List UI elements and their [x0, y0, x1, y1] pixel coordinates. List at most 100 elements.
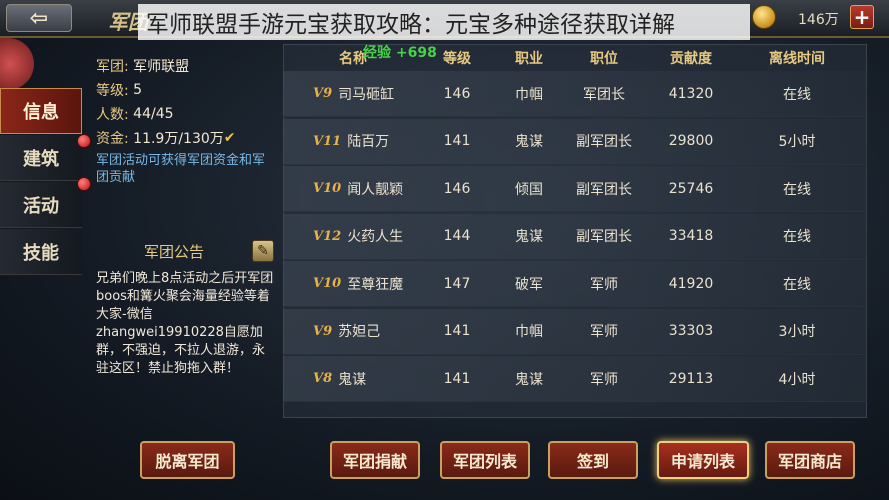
vip-badge: V9	[313, 86, 333, 101]
cell-level: 144	[443, 228, 471, 244]
legion-name-key: 军团:	[96, 59, 129, 75]
funds-check-icon: ✔	[223, 130, 236, 146]
cell-post: 副军团长	[576, 134, 632, 150]
cell-class: 巾帼	[515, 324, 543, 340]
cell-class: 鬼谋	[515, 229, 543, 245]
legion-members-value: 44/45	[133, 106, 174, 122]
legion-level-row: 等级: 5	[96, 78, 274, 102]
article-title-overlay: 军师联盟手游元宝获取攻略：元宝多种途径获取详解	[138, 4, 750, 40]
table-row[interactable]: V11 陆百万 141 鬼谋 副军团长 29800 5小时	[283, 118, 867, 165]
cell-post: 军师	[590, 324, 618, 340]
legion-level-key: 等级:	[96, 83, 129, 99]
cell-offline-time: 在线	[783, 86, 811, 103]
cell-post: 副军团长	[576, 181, 632, 198]
cell-name: V9 司马砸缸	[283, 84, 423, 104]
sign-in-button[interactable]: 签到	[548, 441, 638, 479]
legion-list-button[interactable]: 军团列表	[440, 441, 530, 479]
cell-post: 副军团长	[576, 229, 632, 245]
col-offline-time[interactable]: 离线时间	[741, 48, 853, 70]
requests-list-button[interactable]: 申请列表	[657, 441, 749, 479]
table-row[interactable]: V8 鬼谋 141 鬼谋 军师 29113 4小时	[283, 356, 867, 402]
member-name: 闻人靓颖	[347, 181, 404, 198]
notice-title: 军团公告	[144, 242, 205, 261]
legion-funds-value: 11.9万/130万	[133, 131, 224, 147]
cell-level: 146	[443, 180, 471, 197]
cell-level: 141	[443, 133, 471, 149]
cell-offline-time: 4小时	[778, 371, 816, 388]
legion-shop-button[interactable]: 军团商店	[765, 441, 855, 479]
cell-offline-time: 在线	[783, 276, 811, 293]
tab-info[interactable]: 信息	[0, 88, 82, 134]
member-name: 至尊狂魔	[347, 276, 404, 293]
vip-badge: V8	[313, 371, 333, 386]
legion-funds-row: 资金: 11.9万/130万 ✔	[96, 126, 274, 150]
legion-funds-key: 资金:	[96, 131, 129, 147]
table-row[interactable]: V12 火药人生 144 鬼谋 副军团长 33418 在线	[283, 213, 867, 260]
table-row[interactable]: V9 司马砸缸 146 巾帼 军团长 41320 在线	[283, 71, 867, 117]
notification-dot	[77, 177, 91, 191]
member-name: 火药人生	[347, 229, 404, 245]
cell-contribution: 33418	[668, 228, 714, 244]
back-button[interactable]: ⇦	[6, 4, 72, 32]
cell-offline-time: 在线	[783, 229, 811, 245]
cell-name: V12 火药人生	[283, 226, 423, 246]
cell-contribution: 41320	[668, 85, 714, 102]
cell-level: 141	[443, 323, 471, 339]
cell-name: V9 苏妲己	[283, 321, 423, 341]
sidebar: 信息 建筑 活动 技能	[0, 88, 86, 276]
cell-contribution: 29113	[668, 370, 714, 387]
cell-contribution: 29800	[668, 133, 714, 149]
cell-contribution: 25746	[668, 180, 714, 197]
exp-gain-tip: 经验 +698	[363, 45, 437, 61]
edit-icon[interactable]: ✎	[252, 240, 274, 262]
col-contribution[interactable]: 贡献度	[641, 48, 741, 70]
cell-post: 军师	[590, 276, 618, 293]
cell-offline-time: 3小时	[778, 324, 816, 340]
cell-level: 141	[443, 370, 471, 387]
cell-class: 巾帼	[515, 86, 543, 103]
vip-badge: V10	[313, 181, 342, 196]
member-name: 陆百万	[347, 134, 390, 150]
cell-name: V8 鬼谋	[283, 369, 423, 389]
notice-body: 兄弟们晚上8点活动之后开军团boos和篝火聚会海量经验等着大家-微信zhangw…	[96, 271, 274, 376]
legion-info-panel: 军团: 军师联盟 等级: 5 人数: 44/45 资金: 11.9万/130万 …	[96, 50, 274, 422]
tab-skills[interactable]: 技能	[0, 229, 82, 275]
cell-contribution: 41920	[668, 275, 714, 292]
cell-class: 倾国	[515, 181, 543, 198]
cell-class: 鬼谋	[515, 371, 543, 388]
member-name: 司马砸缸	[338, 86, 395, 103]
cell-class: 鬼谋	[515, 134, 543, 150]
cell-offline-time: 5小时	[778, 134, 816, 150]
add-currency-button[interactable]: +	[850, 5, 874, 29]
leave-legion-button[interactable]: 脱离军团	[140, 441, 235, 479]
vip-badge: V10	[313, 276, 342, 291]
table-row[interactable]: V9 苏妲己 141 巾帼 军师 33303 3小时	[283, 308, 867, 355]
tab-building[interactable]: 建筑	[0, 135, 82, 181]
table-row[interactable]: V10 闻人靓颖 146 倾国 副军团长 25746 在线	[283, 166, 867, 212]
cell-post: 军师	[590, 371, 618, 388]
cell-post: 军团长	[583, 86, 625, 103]
donate-button[interactable]: 军团捐献	[330, 441, 420, 479]
funds-note: 军团活动可获得军团资金和军团贡献	[96, 153, 266, 185]
currency-amount: 146万	[798, 12, 839, 28]
member-name: 鬼谋	[338, 371, 367, 388]
table-row[interactable]: V10 至尊狂魔 147 破军 军师 41920 在线	[283, 261, 867, 307]
legion-members-key: 人数:	[96, 107, 129, 123]
cell-name: V10 至尊狂魔	[283, 274, 423, 294]
cell-offline-time: 在线	[783, 181, 811, 198]
cell-contribution: 33303	[668, 323, 714, 339]
vip-badge: V12	[313, 228, 342, 244]
cell-class: 破军	[515, 276, 543, 293]
cell-name: V10 闻人靓颖	[283, 179, 423, 199]
vip-badge: V9	[313, 323, 333, 339]
notice-header: 军团公告 ✎	[96, 240, 274, 262]
vip-badge: V11	[313, 133, 342, 149]
notification-dot	[77, 134, 91, 148]
col-post[interactable]: 职位	[567, 48, 641, 70]
cell-name: V11 陆百万	[283, 131, 423, 151]
legion-name-value: 军师联盟	[133, 59, 190, 75]
tab-activity[interactable]: 活动	[0, 182, 82, 228]
ingot-icon	[752, 5, 776, 29]
member-name: 苏妲己	[338, 324, 381, 340]
col-class[interactable]: 职业	[491, 48, 567, 70]
